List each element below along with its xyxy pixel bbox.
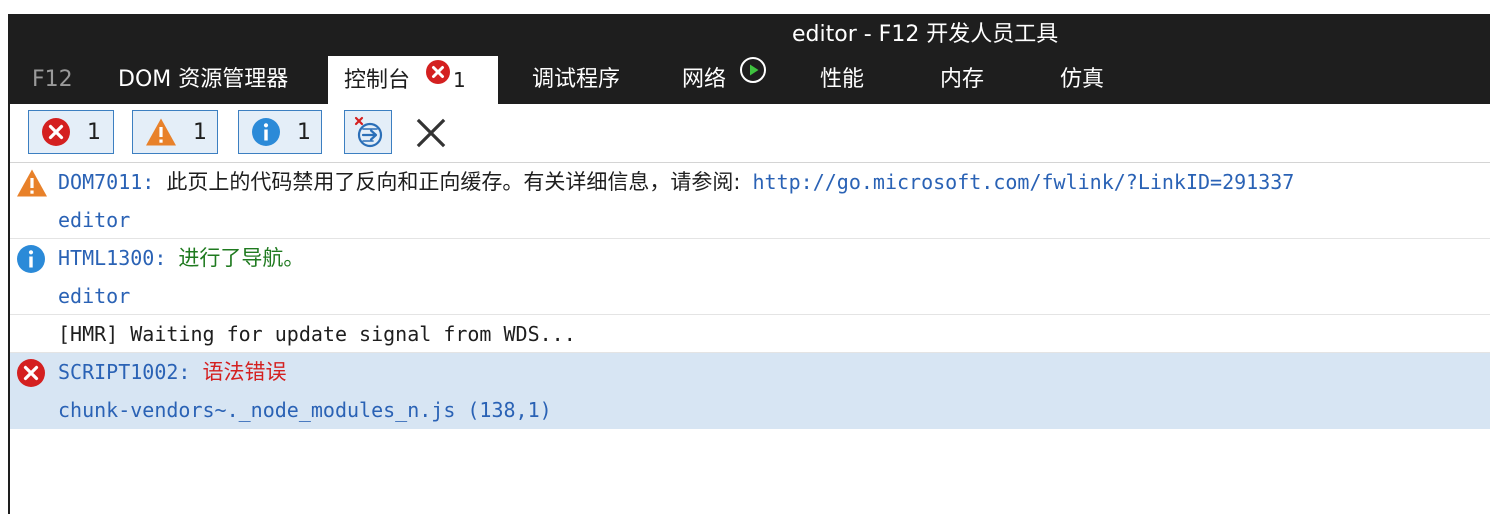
tab-error-count: 1 xyxy=(453,68,466,92)
info-filter-button[interactable]: 1 xyxy=(238,110,322,154)
message-text: 语法错误 xyxy=(202,360,287,384)
info-count: 1 xyxy=(297,119,311,145)
tab-dom-explorer[interactable]: DOM 资源管理器 xyxy=(118,56,288,104)
message-code: SCRIPT1002: xyxy=(58,360,191,384)
message-text: 此页上的代码禁用了反向和正向缓存。有关详细信息，请参阅: xyxy=(166,170,741,194)
tab-label: F12 xyxy=(32,67,73,92)
play-icon[interactable] xyxy=(739,54,767,102)
tab-bar: F12 DOM 资源管理器 控制台 1 调试程序 网络 性能 内存 仿真 xyxy=(10,56,1490,104)
clear-on-navigate-button[interactable] xyxy=(344,110,392,154)
tab-label: 仿真 xyxy=(1060,67,1105,92)
info-icon xyxy=(16,244,46,274)
warnings-count: 1 xyxy=(193,119,207,145)
tab-memory[interactable]: 内存 xyxy=(940,56,984,104)
warnings-filter-button[interactable]: 1 xyxy=(132,110,218,154)
info-icon xyxy=(251,117,281,147)
message-text: 进行了导航。 xyxy=(178,246,305,270)
console-entry-source-row: chunk-vendors~._node_modules_n.js (138,1… xyxy=(10,391,1490,429)
errors-count: 1 xyxy=(87,119,101,145)
console-entry-log[interactable]: [HMR] Waiting for update signal from WDS… xyxy=(10,315,1490,353)
console-entry-error[interactable]: SCRIPT1002: 语法错误 xyxy=(10,353,1490,391)
console-entry-info[interactable]: HTML1300: 进行了导航。 xyxy=(10,239,1490,277)
tab-label: DOM 资源管理器 xyxy=(118,67,289,92)
clear-console-icon xyxy=(416,118,446,148)
clear-console-button[interactable] xyxy=(414,116,448,150)
message-code: DOM7011: xyxy=(58,170,155,194)
tab-label: 性能 xyxy=(820,67,865,92)
errors-filter-button[interactable]: 1 xyxy=(28,110,114,154)
tab-label: 控制台 xyxy=(344,68,411,93)
tab-network[interactable]: 网络 xyxy=(682,56,767,104)
error-icon xyxy=(16,358,46,388)
devtools-window: editor - F12 开发人员工具 F12 DOM 资源管理器 控制台 1 … xyxy=(8,14,1490,514)
console-output: DOM7011: 此页上的代码禁用了反向和正向缓存。有关详细信息，请参阅: ht… xyxy=(10,163,1490,429)
tab-console[interactable]: 控制台 1 xyxy=(328,56,498,104)
help-link[interactable]: http://go.microsoft.com/fwlink/?LinkID=2… xyxy=(753,170,1295,194)
console-toolbar: 1 1 1 xyxy=(10,104,1490,163)
source-link[interactable]: editor xyxy=(58,208,130,232)
console-entry-warning[interactable]: DOM7011: 此页上的代码禁用了反向和正向缓存。有关详细信息，请参阅: ht… xyxy=(10,163,1490,201)
window-title: editor - F12 开发人员工具 xyxy=(792,22,1059,47)
title-bar: editor - F12 开发人员工具 xyxy=(10,14,1490,56)
error-icon xyxy=(41,117,71,147)
warning-icon xyxy=(16,168,47,198)
tab-f12[interactable]: F12 xyxy=(32,56,73,104)
error-icon xyxy=(425,55,451,103)
tab-debugger[interactable]: 调试程序 xyxy=(532,56,620,104)
source-link[interactable]: editor xyxy=(58,284,130,308)
clear-on-navigate-icon xyxy=(351,115,385,149)
message-text: [HMR] Waiting for update signal from WDS… xyxy=(58,322,576,346)
tab-performance[interactable]: 性能 xyxy=(820,56,864,104)
message-code: HTML1300: xyxy=(58,246,167,270)
tab-label: 网络 xyxy=(682,67,727,92)
console-entry-source-row: editor xyxy=(10,277,1490,315)
tab-label: 内存 xyxy=(940,67,985,92)
warning-icon xyxy=(145,117,177,147)
console-entry-source-row: editor xyxy=(10,201,1490,239)
tab-emulation[interactable]: 仿真 xyxy=(1060,56,1104,104)
tab-label: 调试程序 xyxy=(532,67,621,92)
source-link[interactable]: chunk-vendors~._node_modules_n.js (138,1… xyxy=(58,398,552,422)
